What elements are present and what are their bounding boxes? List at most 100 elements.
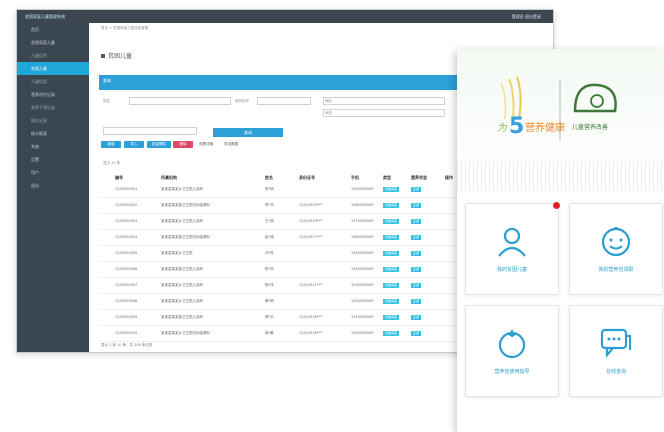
toolbar-button[interactable]: 导入 xyxy=(124,141,144,148)
sidebar-item[interactable]: 随访记录 xyxy=(17,114,89,127)
type-tag: 贫困家庭 xyxy=(383,235,400,240)
chat-icon xyxy=(600,328,631,358)
table-cell: 某某县某某乡卫生院妇幼保健科 xyxy=(161,331,210,335)
table-cell: 1370000000 xyxy=(351,219,374,223)
baby-face-icon xyxy=(601,227,631,257)
card-my-children[interactable]: 我的贫困儿童 xyxy=(465,203,559,295)
table-cell: 1310000000 xyxy=(351,315,374,319)
sidebar-item[interactable]: 贫困儿童 xyxy=(17,62,89,75)
type-tag: 贫困家庭 xyxy=(383,203,400,208)
query-panel-title: 查询 xyxy=(103,78,111,83)
table-cell: 赵*强 xyxy=(265,235,274,239)
table-cell: 某某县某某乡卫生院儿保科 xyxy=(161,187,203,191)
sidebar-item[interactable]: 儿童信息 xyxy=(17,49,89,62)
table-cell: 1330000000 xyxy=(351,283,374,287)
status-input[interactable] xyxy=(323,109,445,117)
table-cell: 1350000000 xyxy=(351,251,374,255)
sidebar-item[interactable]: 退出 xyxy=(17,179,89,192)
tomato-icon xyxy=(498,330,526,359)
table-cell: 某某县某某乡卫生院儿保科 xyxy=(161,299,203,303)
breadcrumb[interactable]: 首页 > 贫困家庭儿童信息管理 xyxy=(101,26,148,31)
table-cell: 某某县某某镇卫生院妇幼保健科 xyxy=(161,235,210,239)
filter-label-idcard: 身份证号 xyxy=(235,99,249,103)
person-icon xyxy=(498,227,526,257)
status-tag: 正常 xyxy=(411,331,422,336)
keyword-input[interactable] xyxy=(103,127,197,135)
page-title: 贫困儿童 xyxy=(101,51,132,60)
table-cell: 1340000000 xyxy=(351,267,374,271)
toolbar-button[interactable]: 查看详情 xyxy=(195,141,217,148)
sidebar-item[interactable]: 营养干预记录 xyxy=(17,101,89,114)
status-tag: 正常 xyxy=(411,187,422,192)
table-cell: 1100000002 xyxy=(115,203,138,207)
table-cell: 1100000010 xyxy=(115,331,138,335)
table-cell: 某某县某某乡卫生院儿保科 xyxy=(161,283,203,287)
type-tag: 贫困家庭 xyxy=(383,187,400,192)
sidebar-item[interactable]: 贫困家庭儿童 xyxy=(17,36,89,49)
card-label: 在线咨询 xyxy=(605,369,626,375)
filter-label-status: 状态 xyxy=(325,111,332,115)
notification-badge xyxy=(553,202,560,209)
filter-label-name: 姓名 xyxy=(103,99,110,103)
toolbar-button[interactable]: 导出数据 xyxy=(219,141,243,148)
table-cell: 1380000000 xyxy=(351,203,374,207)
sidebar-item[interactable]: 统计报表 xyxy=(17,127,89,140)
table-cell: 某某县某某镇卫生院儿保科 xyxy=(161,315,203,319)
table-cell: 11010517*** xyxy=(299,235,323,239)
sidebar-item[interactable]: 用户 xyxy=(17,166,89,179)
sidebar-item[interactable]: 系统 xyxy=(17,140,89,153)
type-tag: 贫困家庭 xyxy=(383,331,400,336)
type-tag: 贫困家庭 xyxy=(383,315,400,320)
sidebar: 首页 贫困家庭儿童 儿童信息 贫困儿童 儿童档案 营养评估记录 营养干预记录 随访记录 统计报表… xyxy=(17,23,89,352)
table-cell: 1100000006 xyxy=(115,267,138,271)
logo-five: 5 xyxy=(509,114,524,139)
type-tag: 贫困家庭 xyxy=(383,299,400,304)
sidebar-item[interactable]: 首页 xyxy=(17,23,89,36)
top-bar: 贫困家庭儿童管理系统 管理员 退出登录 xyxy=(17,10,553,23)
svg-text:为: 为 xyxy=(497,122,508,134)
pagination-info: 显示 1 到 10 条，共 100 条记录 xyxy=(101,343,153,347)
app-logo: 贫困家庭儿童管理系统 xyxy=(25,14,65,19)
status-tag: 正常 xyxy=(411,299,422,304)
card-usage-guide[interactable]: 营养包使用指导 xyxy=(465,305,559,397)
toolbar-button[interactable]: 新增 xyxy=(101,141,121,148)
region-input[interactable] xyxy=(323,97,445,105)
table-cell: 吴*敏 xyxy=(265,331,274,335)
status-tag: 正常 xyxy=(411,315,422,320)
grass-decoration xyxy=(457,161,664,191)
table-cell: 刘*芳 xyxy=(265,251,274,255)
table-cell: 某某县某某乡卫生院儿保科 xyxy=(161,219,203,223)
table-cell: 11010516*** xyxy=(299,315,323,319)
sidebar-item[interactable]: 儿童档案 xyxy=(17,75,89,88)
header-logos: 为 5 营养健康 儿童营养改善 xyxy=(497,76,617,141)
user-menu[interactable]: 管理员 退出登录 xyxy=(512,14,541,20)
status-tag: 正常 xyxy=(411,235,422,240)
table-cell: 陈*杰 xyxy=(265,267,274,271)
sidebar-item[interactable]: 营养评估记录 xyxy=(17,88,89,101)
child-nutrition-emblem: 儿童营养改善 xyxy=(572,83,617,131)
card-label: 我的贫困儿童 xyxy=(496,267,527,273)
table-cell: 某某县某某镇卫生院儿保科 xyxy=(161,267,203,271)
filter-label-region: 地区 xyxy=(325,99,332,103)
card-label: 营养包使用指导 xyxy=(494,369,530,375)
table-cell: 王*丽 xyxy=(265,219,274,223)
status-tag: 正常 xyxy=(411,219,422,224)
table-cell: 1320000000 xyxy=(351,299,374,303)
table-cell: 李*华 xyxy=(265,203,274,207)
type-tag: 贫困家庭 xyxy=(383,267,400,272)
table-cell: 1100000004 xyxy=(115,235,138,239)
toolbar-button[interactable]: 删除 xyxy=(173,141,193,148)
query-button[interactable]: 查询 xyxy=(213,128,283,137)
card-online-consult[interactable]: 在线咨询 xyxy=(569,305,663,397)
card-nutrition-pack[interactable]: 我的营养包领取 xyxy=(569,203,663,295)
idcard-select[interactable] xyxy=(257,97,311,105)
page-size-select[interactable]: 显示 10 条 xyxy=(103,161,120,166)
table-cell: 1100000001 xyxy=(115,187,138,191)
name-input[interactable] xyxy=(129,97,231,105)
sidebar-item[interactable]: 设置 xyxy=(17,153,89,166)
table-cell: 杨*洋 xyxy=(265,283,274,287)
table-cell: 某某县某某镇卫生院妇幼保健科 xyxy=(161,203,210,207)
table-cell: 1390000000 xyxy=(351,187,374,191)
toolbar-button[interactable]: 批量删除 xyxy=(147,141,171,148)
status-tag: 正常 xyxy=(411,251,422,256)
